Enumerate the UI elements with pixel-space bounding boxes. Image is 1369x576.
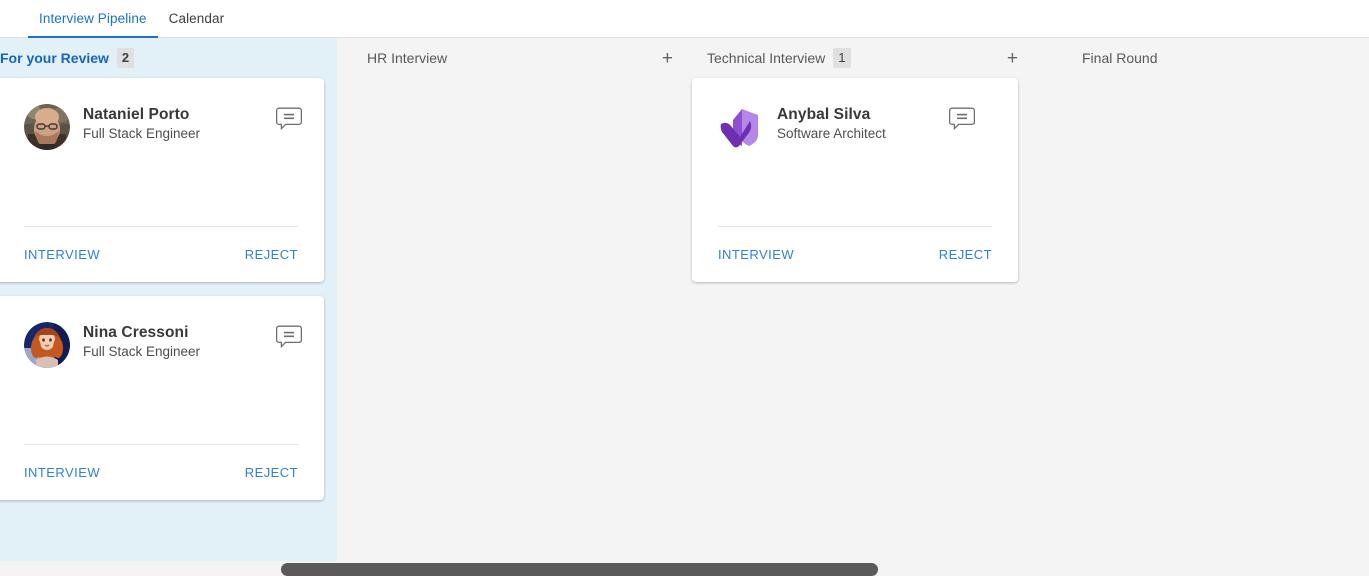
avatar (718, 104, 764, 150)
interview-button[interactable]: INTERVIEW (24, 247, 100, 262)
comment-icon[interactable] (276, 107, 302, 131)
candidate-identity: Nataniel Porto Full Stack Engineer (83, 104, 200, 144)
card-actions: INTERVIEW REJECT (24, 226, 298, 282)
comment-icon[interactable] (949, 107, 975, 131)
horizontal-scrollbar-thumb[interactable] (281, 563, 878, 576)
reject-button[interactable]: REJECT (939, 247, 992, 262)
column-count-badge: 2 (116, 48, 135, 68)
interview-button[interactable]: INTERVIEW (24, 465, 100, 480)
column-title: Technical Interview (707, 50, 826, 66)
candidate-card[interactable]: Nataniel Porto Full Stack Engineer INTER… (0, 78, 324, 282)
column-title: Final Round (1082, 50, 1158, 66)
candidate-identity: Nina Cressoni Full Stack Engineer (83, 322, 200, 362)
interview-button[interactable]: INTERVIEW (718, 247, 794, 262)
card-header: Anybal Silva Software Architect (692, 78, 1018, 226)
avatar-photo-male-icon (24, 104, 70, 150)
avatar-photo-female-icon (24, 322, 70, 368)
candidate-name: Nina Cressoni (83, 324, 189, 341)
candidate-name: Anybal Silva (777, 106, 871, 123)
column-count-badge: 1 (833, 48, 851, 68)
column-header-final-round: Final Round (1039, 38, 1369, 78)
avatar (24, 322, 70, 368)
tab-label: Calendar (168, 11, 225, 26)
column-header-hr-interview: HR Interview (337, 38, 692, 78)
reject-button[interactable]: REJECT (245, 247, 298, 262)
card-header: Nataniel Porto Full Stack Engineer (0, 78, 324, 226)
card-actions: INTERVIEW REJECT (718, 226, 992, 282)
candidate-card[interactable]: Anybal Silva Software Architect INTERVIE… (692, 78, 1018, 282)
comment-icon[interactable] (276, 325, 302, 349)
horizontal-scrollbar-track[interactable] (0, 561, 1369, 576)
card-list-technical-interview: Anybal Silva Software Architect INTERVIE… (692, 78, 1039, 282)
avatar-logo-purple-icon (720, 109, 758, 148)
add-candidate-icon[interactable]: + (1007, 49, 1018, 68)
tab-bar: Interview Pipeline Calendar (0, 0, 1369, 38)
candidate-role: Software Architect (777, 126, 886, 142)
column-hr-interview: HR Interview + (337, 38, 692, 576)
tab-label: Interview Pipeline (39, 11, 147, 26)
candidate-role: Full Stack Engineer (83, 344, 201, 360)
pipeline-board: For your Review 2 Nataniel Porto Full St… (0, 38, 1369, 576)
reject-button[interactable]: REJECT (245, 465, 298, 480)
add-candidate-icon[interactable]: + (662, 49, 673, 68)
column-technical-interview: Technical Interview 1 + Anybal Silva Sof… (692, 38, 1039, 576)
avatar (24, 104, 70, 150)
card-actions: INTERVIEW REJECT (24, 444, 298, 500)
column-header-technical-interview: Technical Interview 1 (692, 38, 1039, 78)
column-for-your-review: For your Review 2 Nataniel Porto Full St… (0, 38, 337, 576)
candidate-name: Nataniel Porto (83, 106, 190, 123)
card-list-for-your-review: Nataniel Porto Full Stack Engineer INTER… (0, 78, 337, 500)
candidate-identity: Anybal Silva Software Architect (777, 104, 886, 144)
column-final-round: Final Round (1039, 38, 1369, 576)
column-title: HR Interview (367, 50, 448, 66)
column-title: For your Review (0, 50, 109, 66)
tab-interview-pipeline[interactable]: Interview Pipeline (28, 0, 158, 38)
column-header-for-your-review: For your Review 2 (0, 38, 337, 78)
tab-calendar[interactable]: Calendar (158, 0, 236, 37)
candidate-card[interactable]: Nina Cressoni Full Stack Engineer INTERV… (0, 296, 324, 500)
card-header: Nina Cressoni Full Stack Engineer (0, 296, 324, 444)
candidate-role: Full Stack Engineer (83, 126, 201, 142)
